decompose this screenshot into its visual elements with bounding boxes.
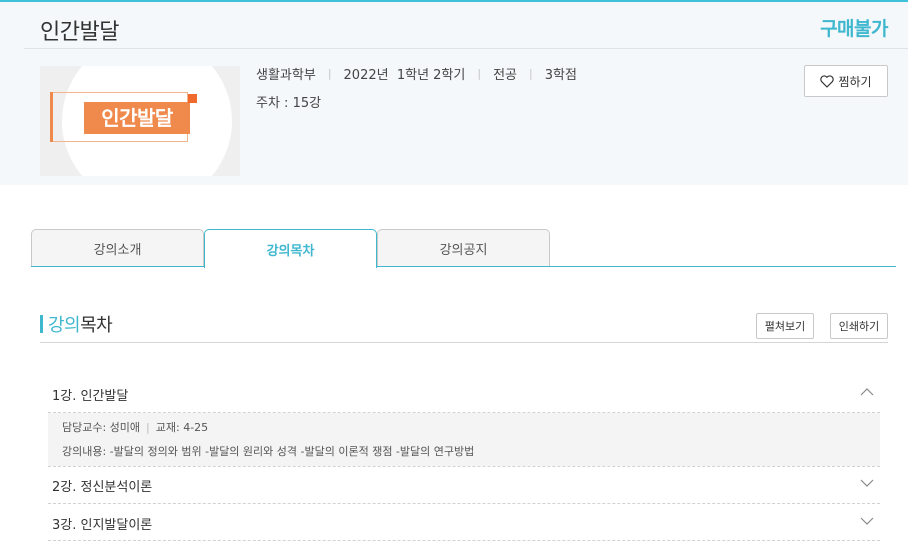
print-button[interactable]: 인쇄하기	[830, 313, 888, 339]
lesson-divider	[48, 466, 880, 467]
lesson-divider	[48, 503, 880, 504]
course-meta: 생활과학부 | 2022년 1학년 2학기 | 전공 | 3학점	[256, 64, 577, 83]
thumbnail-bar	[50, 92, 53, 142]
tab-contents[interactable]: 강의목차	[204, 229, 377, 268]
info-separator: |	[146, 420, 150, 434]
meta-weeks: 주차 : 15강	[256, 96, 322, 111]
section-divider	[40, 342, 888, 343]
chevron-up-icon	[860, 388, 874, 396]
meta-credits: 3학점	[544, 68, 577, 83]
lesson-item-2[interactable]: 2강. 정신분석이론	[48, 469, 880, 501]
tab-underline	[31, 266, 896, 267]
buy-status: 구매불가	[820, 18, 888, 40]
section-title: 강의 목차	[40, 313, 113, 336]
section-title-rest: 목차	[80, 315, 113, 336]
tab-notice[interactable]: 강의공지	[377, 229, 550, 267]
wish-label: 찜하기	[838, 74, 872, 89]
lesson-info: 담당교수: 성미애 | 교재: 4-25	[62, 419, 208, 435]
course-title: 인간발달	[40, 20, 119, 45]
meta-separator: |	[529, 67, 533, 80]
lesson-textbook: 교재: 4-25	[155, 421, 209, 434]
heart-icon	[820, 74, 835, 88]
tab-label: 강의공지	[439, 243, 488, 258]
meta-department: 생활과학부	[256, 68, 316, 83]
lesson-item-1[interactable]: 1강. 인간발달	[48, 378, 880, 410]
wish-button[interactable]: 찜하기	[804, 65, 888, 97]
course-tabs: 강의소개 강의목차 강의공지	[31, 229, 896, 269]
header-divider	[24, 48, 908, 49]
tab-label: 강의목차	[266, 243, 315, 259]
section-title-mark	[40, 315, 43, 333]
meta-category: 전공	[493, 68, 517, 83]
lesson-content: 강의내용: -발달의 정의와 범위 -발달의 원리와 성격 -발달의 이론적 쟁…	[62, 445, 475, 458]
meta-term: 2022년 1학년 2학기	[343, 68, 466, 83]
chevron-down-icon	[860, 517, 874, 525]
expand-all-button[interactable]: 펼쳐보기	[756, 313, 814, 339]
meta-separator: |	[477, 67, 482, 80]
lesson-title: 2강. 정신분석이론	[52, 479, 153, 495]
lesson-title: 1강. 인간발달	[52, 388, 129, 404]
thumbnail-corner	[188, 94, 197, 103]
course-thumbnail: 인간발달	[40, 66, 240, 176]
chevron-down-icon	[860, 479, 874, 487]
lesson-professor: 담당교수: 성미애	[62, 421, 141, 434]
meta-separator: |	[327, 67, 332, 80]
lesson-item-3[interactable]: 3강. 인지발달이론	[48, 507, 880, 539]
tab-intro[interactable]: 강의소개	[31, 229, 204, 267]
lesson-detail: 담당교수: 성미애 | 교재: 4-25 강의내용: -발달의 정의와 범위 -…	[48, 413, 880, 466]
thumbnail-title: 인간발달	[84, 102, 190, 134]
lesson-divider	[48, 540, 880, 541]
section-title-highlight: 강의	[48, 315, 81, 336]
lesson-title: 3강. 인지발달이론	[52, 517, 153, 533]
tab-label: 강의소개	[93, 243, 142, 258]
